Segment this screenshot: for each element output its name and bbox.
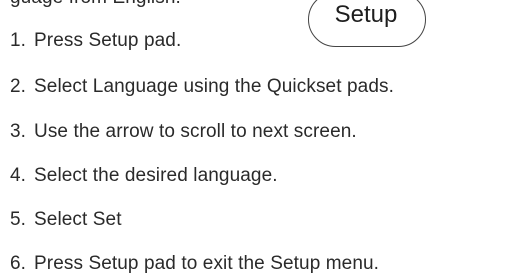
step-1: 1. Press Setup pad. xyxy=(10,30,181,52)
step-2-number: 2. xyxy=(10,76,27,97)
step-2-text: Select Language using the Quickset pads. xyxy=(34,76,394,97)
step-3-text: Use the arrow to scroll to next screen. xyxy=(34,121,357,142)
step-5-number: 5. xyxy=(10,209,27,230)
step-4: 4. Select the desired language. xyxy=(10,165,278,187)
step-6: 6. Press Setup pad to exit the Setup menu… xyxy=(10,253,379,275)
step-2: 2. Select Language using the Quickset pad… xyxy=(10,76,394,98)
intro-line-fragment: guage from English: xyxy=(10,0,181,9)
step-5: 5. Select Set xyxy=(10,209,122,231)
setup-pad-illustration: Setup xyxy=(308,0,426,47)
setup-pad-label: Setup xyxy=(334,1,398,28)
step-5-text: Select Set xyxy=(34,209,122,230)
step-4-text: Select the desired language. xyxy=(34,165,278,186)
step-4-number: 4. xyxy=(10,165,27,186)
step-1-text: Press Setup pad. xyxy=(34,30,182,51)
step-6-number: 6. xyxy=(10,253,27,274)
step-3-number: 3. xyxy=(10,121,27,142)
step-3: 3. Use the arrow to scroll to next screen… xyxy=(10,121,357,143)
step-1-number: 1. xyxy=(10,30,27,51)
